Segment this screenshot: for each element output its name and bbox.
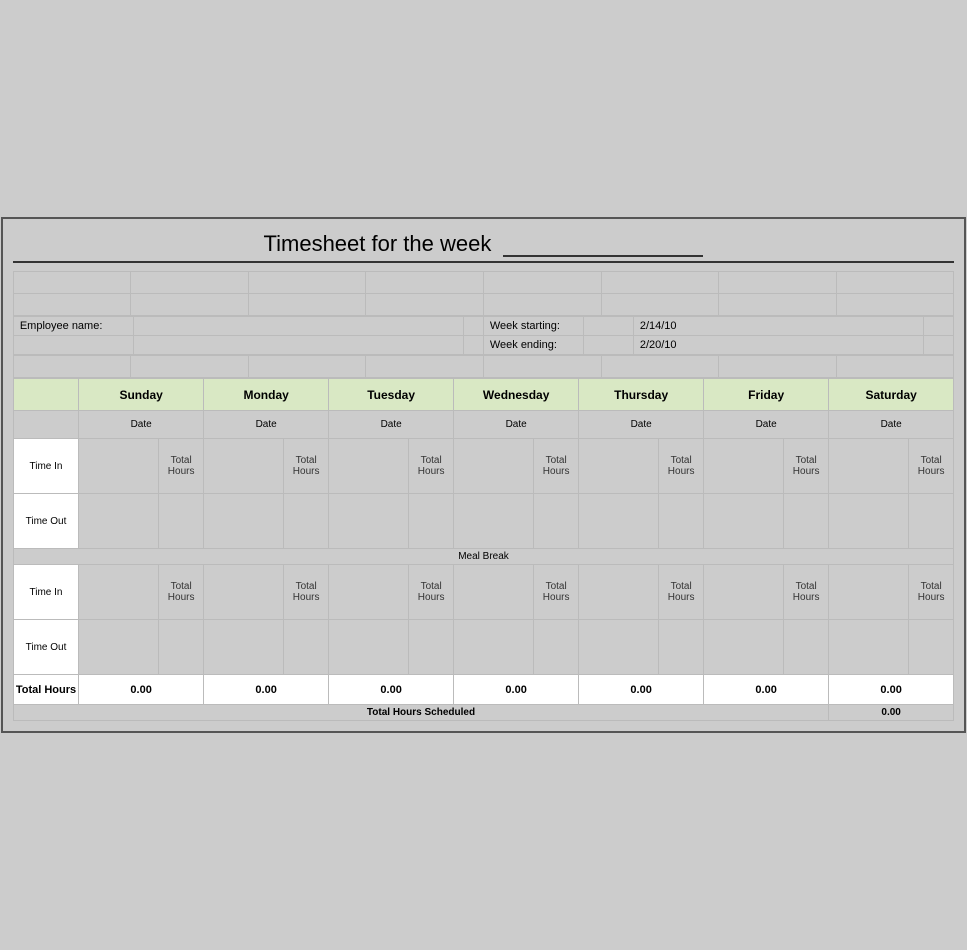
time-out-thursday-1[interactable] xyxy=(579,494,659,549)
deco-row-2 xyxy=(13,294,953,316)
time-in-row-1: Time In TotalHours TotalHours TotalHours… xyxy=(13,439,953,494)
total-hours-thursday-1: TotalHours xyxy=(659,439,704,494)
time-in-monday-2[interactable] xyxy=(204,565,284,620)
total-hours-sunday-2: TotalHours xyxy=(159,565,204,620)
meal-break-label: Meal Break xyxy=(13,549,953,565)
meta-row-1: Employee name: Week starting: 2/14/10 xyxy=(13,317,953,336)
time-in-sunday-1[interactable] xyxy=(79,439,159,494)
date-tuesday: Date xyxy=(329,411,454,439)
title-text: Timesheet for the week xyxy=(264,231,492,256)
totals-row: Total Hours 0.00 0.00 0.00 0.00 0.00 0.0… xyxy=(13,675,953,705)
total-hours-tuesday-1: TotalHours xyxy=(409,439,454,494)
timesheet-table: Sunday Monday Tuesday Wednesday Thursday… xyxy=(13,378,954,721)
time-out-friday-1[interactable] xyxy=(704,494,784,549)
time-out-label-1: Time Out xyxy=(13,494,78,549)
time-out-saturday-1[interactable] xyxy=(829,494,909,549)
total-hours-friday-2: TotalHours xyxy=(784,565,829,620)
total-hours-monday-1: TotalHours xyxy=(284,439,329,494)
time-out-row-1: Time Out xyxy=(13,494,953,549)
date-row: Date Date Date Date Date Date Date xyxy=(13,411,953,439)
time-in-saturday-2[interactable] xyxy=(829,565,909,620)
page-container: Timesheet for the week Employee name: We… xyxy=(1,217,966,733)
deco-table-2 xyxy=(13,355,954,378)
time-in-friday-2[interactable] xyxy=(704,565,784,620)
week-starting-value: 2/14/10 xyxy=(633,317,923,336)
total-hours-wednesday-1: TotalHours xyxy=(534,439,579,494)
date-saturday: Date xyxy=(829,411,954,439)
total-tuesday: 0.00 xyxy=(329,675,454,705)
date-thursday: Date xyxy=(579,411,704,439)
header-friday: Friday xyxy=(704,379,829,411)
time-in-thursday-2[interactable] xyxy=(579,565,659,620)
total-hours-sunday-1: TotalHours xyxy=(159,439,204,494)
total-wednesday: 0.00 xyxy=(454,675,579,705)
date-sunday: Date xyxy=(79,411,204,439)
total-hours-saturday-2: TotalHours xyxy=(909,565,954,620)
time-in-label-1: Time In xyxy=(13,439,78,494)
time-in-tuesday-1[interactable] xyxy=(329,439,409,494)
time-out-sunday-1[interactable] xyxy=(79,494,159,549)
employee-label: Employee name: xyxy=(13,317,133,336)
time-in-friday-1[interactable] xyxy=(704,439,784,494)
week-starting-label: Week starting: xyxy=(483,317,583,336)
total-sunday: 0.00 xyxy=(79,675,204,705)
meta-row-2: Week ending: 2/20/10 xyxy=(13,336,953,355)
time-out-wednesday-2[interactable] xyxy=(454,620,534,675)
week-ending-label: Week ending: xyxy=(483,336,583,355)
header-tuesday: Tuesday xyxy=(329,379,454,411)
time-in-label-2: Time In xyxy=(13,565,78,620)
time-in-wednesday-1[interactable] xyxy=(454,439,534,494)
time-out-wednesday-1[interactable] xyxy=(454,494,534,549)
header-sunday: Sunday xyxy=(79,379,204,411)
time-out-friday-2[interactable] xyxy=(704,620,784,675)
total-hours-saturday-1: TotalHours xyxy=(909,439,954,494)
time-out-monday-1[interactable] xyxy=(204,494,284,549)
header-wednesday: Wednesday xyxy=(454,379,579,411)
time-in-sunday-2[interactable] xyxy=(79,565,159,620)
time-out-row-2: Time Out xyxy=(13,620,953,675)
deco-table xyxy=(13,271,954,316)
employee-value[interactable] xyxy=(133,317,463,336)
total-scheduled-label: Total Hours Scheduled xyxy=(13,705,828,721)
total-friday: 0.00 xyxy=(704,675,829,705)
total-hours-wednesday-2: TotalHours xyxy=(534,565,579,620)
time-in-thursday-1[interactable] xyxy=(579,439,659,494)
total-hours-monday-2: TotalHours xyxy=(284,565,329,620)
title-row: Timesheet for the week xyxy=(13,229,954,263)
total-hours-friday-1: TotalHours xyxy=(784,439,829,494)
total-saturday: 0.00 xyxy=(829,675,954,705)
time-out-monday-2[interactable] xyxy=(204,620,284,675)
total-hours-thursday-2: TotalHours xyxy=(659,565,704,620)
time-in-row-2: Time In TotalHours TotalHours TotalHours… xyxy=(13,565,953,620)
total-thursday: 0.00 xyxy=(579,675,704,705)
deco-row-1 xyxy=(13,272,953,294)
header-thursday: Thursday xyxy=(579,379,704,411)
time-in-wednesday-2[interactable] xyxy=(454,565,534,620)
total-scheduled-value: 0.00 xyxy=(829,705,954,721)
time-out-sunday-2[interactable] xyxy=(79,620,159,675)
date-monday: Date xyxy=(204,411,329,439)
week-ending-value: 2/20/10 xyxy=(633,336,923,355)
time-in-tuesday-2[interactable] xyxy=(329,565,409,620)
time-out-label-2: Time Out xyxy=(13,620,78,675)
header-saturday: Saturday xyxy=(829,379,954,411)
meal-break-row: Meal Break xyxy=(13,549,953,565)
date-wednesday: Date xyxy=(454,411,579,439)
time-out-saturday-2[interactable] xyxy=(829,620,909,675)
time-out-thursday-2[interactable] xyxy=(579,620,659,675)
header-monday: Monday xyxy=(204,379,329,411)
time-in-saturday-1[interactable] xyxy=(829,439,909,494)
total-hours-label: Total Hours xyxy=(13,675,78,705)
time-out-tuesday-1[interactable] xyxy=(329,494,409,549)
deco-row-3 xyxy=(13,356,953,378)
time-out-tuesday-2[interactable] xyxy=(329,620,409,675)
date-friday: Date xyxy=(704,411,829,439)
time-in-monday-1[interactable] xyxy=(204,439,284,494)
title-underline xyxy=(503,229,703,257)
total-scheduled-row: Total Hours Scheduled 0.00 xyxy=(13,705,953,721)
total-hours-tuesday-2: TotalHours xyxy=(409,565,454,620)
day-header-row: Sunday Monday Tuesday Wednesday Thursday… xyxy=(13,379,953,411)
meta-table: Employee name: Week starting: 2/14/10 We… xyxy=(13,316,954,355)
total-monday: 0.00 xyxy=(204,675,329,705)
